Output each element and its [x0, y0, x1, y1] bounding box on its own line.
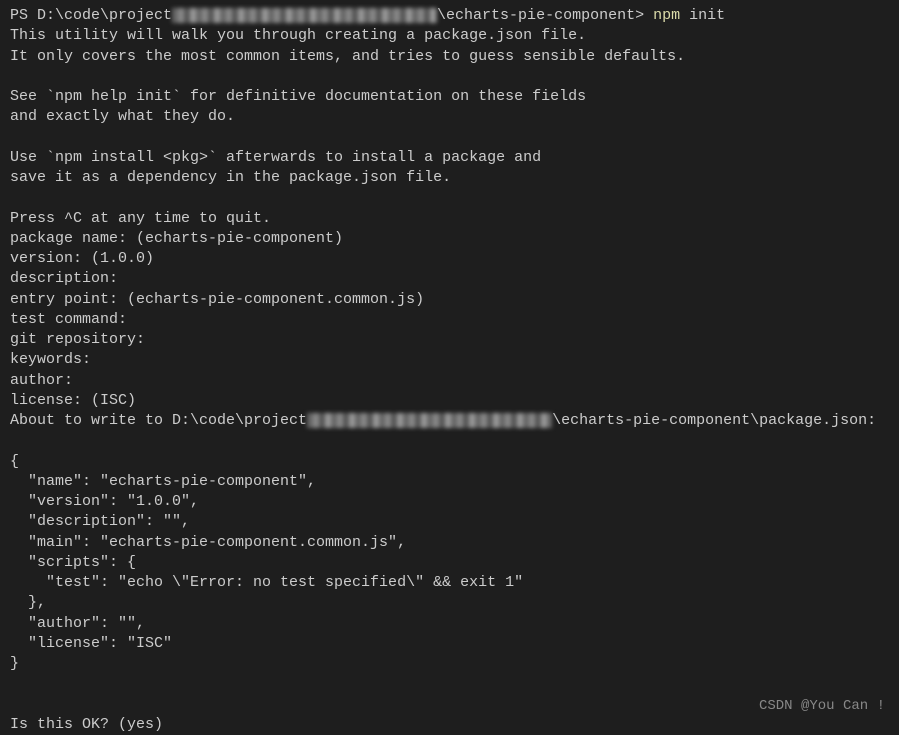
blank-line: [10, 188, 889, 208]
command-arg: init: [689, 7, 725, 24]
about-write-line: About to write to D:\code\project \echart…: [10, 411, 889, 431]
json-main: "main": "echarts-pie-component.common.js…: [10, 533, 889, 553]
json-version: "version": "1.0.0",: [10, 492, 889, 512]
intro-line-6: save it as a dependency in the package.j…: [10, 168, 889, 188]
question-version: version: (1.0.0): [10, 249, 889, 269]
redacted-path: [172, 8, 437, 23]
blank-line: [10, 128, 889, 148]
terminal-output[interactable]: PS D:\code\project \echarts-pie-component…: [10, 6, 889, 735]
json-license: "license": "ISC": [10, 634, 889, 654]
ps-prefix: PS: [10, 7, 37, 24]
json-name: "name": "echarts-pie-component",: [10, 472, 889, 492]
question-keywords: keywords:: [10, 350, 889, 370]
json-scripts-close: },: [10, 593, 889, 613]
watermark: CSDN @You Can !: [759, 697, 885, 716]
path-end: \echarts-pie-component>: [437, 7, 644, 24]
question-git-repository: git repository:: [10, 330, 889, 350]
json-author: "author": "",: [10, 614, 889, 634]
question-test-command: test command:: [10, 310, 889, 330]
command-npm: npm: [653, 7, 680, 24]
intro-line-4: and exactly what they do.: [10, 107, 889, 127]
path-start: D:\code\project: [37, 7, 172, 24]
blank-line: [10, 67, 889, 87]
about-write-prefix: About to write to D:\code\project: [10, 412, 307, 429]
about-write-suffix: \echarts-pie-component\package.json:: [552, 412, 876, 429]
redacted-path-2: [307, 413, 552, 428]
intro-line-3: See `npm help init` for definitive docum…: [10, 87, 889, 107]
json-open: {: [10, 452, 889, 472]
intro-line-5: Use `npm install <pkg>` afterwards to in…: [10, 148, 889, 168]
question-entry-point: entry point: (echarts-pie-component.comm…: [10, 290, 889, 310]
json-scripts-open: "scripts": {: [10, 553, 889, 573]
json-close: }: [10, 654, 889, 674]
prompt-line: PS D:\code\project \echarts-pie-component…: [10, 6, 889, 26]
intro-line-1: This utility will walk you through creat…: [10, 26, 889, 46]
json-test: "test": "echo \"Error: no test specified…: [10, 573, 889, 593]
question-package-name: package name: (echarts-pie-component): [10, 229, 889, 249]
question-description: description:: [10, 269, 889, 289]
question-license: license: (ISC): [10, 391, 889, 411]
blank-line: [10, 674, 889, 694]
question-author: author:: [10, 371, 889, 391]
blank-line: [10, 431, 889, 451]
intro-line-2: It only covers the most common items, an…: [10, 47, 889, 67]
json-description: "description": "",: [10, 512, 889, 532]
confirm-prompt[interactable]: Is this OK? (yes): [10, 715, 889, 735]
blank-line: [10, 695, 889, 715]
intro-line-7: Press ^C at any time to quit.: [10, 209, 889, 229]
